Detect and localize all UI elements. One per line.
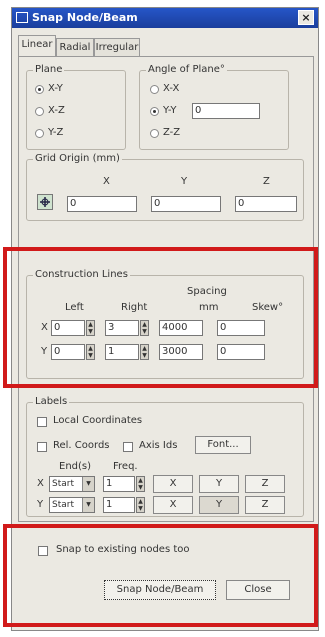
axis-ids-label: Axis Ids [139,440,178,451]
app-icon [16,12,28,23]
radio-angle-xx[interactable] [150,85,159,94]
radio-plane-yz[interactable] [35,129,44,138]
x-right-input[interactable]: 3 [105,320,139,336]
font-button[interactable]: Font... [195,436,251,454]
y-axis-y-button[interactable]: Y [199,496,239,514]
ends-label: End(s) [59,461,92,472]
grid-origin-x-label: X [103,176,110,187]
x-left-spinner[interactable]: ▲ ▼ [86,320,95,336]
plane-group-label: Plane [33,64,65,75]
col-skew-label: Skew° [252,302,284,313]
radio-angle-zz[interactable] [150,129,159,138]
x-right-spinner[interactable]: ▲ ▼ [140,320,149,336]
y-axis-x-button[interactable]: X [153,496,193,514]
x-ends-value: Start [52,479,74,489]
tab-linear[interactable]: Linear [18,35,56,57]
snap-existing-checkbox[interactable] [38,546,48,556]
grid-origin-label: Grid Origin (mm) [33,153,122,164]
y-freq-spinner[interactable]: ▲ ▼ [136,497,145,513]
chevron-down-icon: ▼ [82,477,94,491]
radio-angle-yy[interactable] [150,107,159,116]
y-freq-input[interactable]: 1 [103,497,135,513]
radio-angle-xx-label: X-X [163,83,180,94]
tab-radial[interactable]: Radial [56,38,94,56]
y-axis-z-button[interactable]: Z [245,496,285,514]
snap-node-beam-button[interactable]: Snap Node/Beam [104,580,216,600]
x-axis-z-button[interactable]: Z [245,475,285,493]
x-freq-spinner[interactable]: ▲ ▼ [136,476,145,492]
col-left-label: Left [65,302,84,313]
radio-angle-yy-label: Y-Y [163,105,177,116]
snap-existing-label: Snap to existing nodes too [56,544,190,555]
freq-label: Freq. [113,461,138,472]
labels-group-label: Labels [33,396,70,407]
radio-plane-xy-label: X-Y [48,83,63,94]
grid-origin-group: Grid Origin (mm) X Y Z 0 0 0 [26,153,304,221]
grid-origin-x-input[interactable]: 0 [67,196,137,212]
labels-row-y-label: Y [37,499,44,510]
dialog-title: Snap Node/Beam [32,11,138,24]
labels-row-x-label: X [37,478,44,489]
rel-coords-label: Rel. Coords [53,440,110,451]
y-left-input[interactable]: 0 [51,344,85,360]
construction-lines-group: Construction Lines Spacing Left Right mm… [26,269,304,379]
rel-coords-checkbox[interactable] [37,442,47,452]
radio-plane-xz[interactable] [35,107,44,116]
y-right-input[interactable]: 1 [105,344,139,360]
y-skew-input[interactable]: 0 [217,344,265,360]
pick-origin-icon[interactable] [37,194,53,210]
x-axis-y-button[interactable]: Y [199,475,239,493]
title-bar: Snap Node/Beam × [12,8,318,28]
chevron-down-icon: ▼ [82,498,94,512]
tab-panel-linear: Plane X-Y X-Z Y-Z Angle of Plane° X-X Y-… [18,56,314,522]
x-ends-dropdown[interactable]: Start ▼ [49,476,95,492]
x-skew-input[interactable]: 0 [217,320,265,336]
radio-plane-xz-label: X-Z [48,105,65,116]
y-left-spinner[interactable]: ▲ ▼ [86,344,95,360]
grid-origin-z-input[interactable]: 0 [235,196,297,212]
labels-group: Labels Local Coordinates Rel. Coords Axi… [26,396,304,517]
col-spacing-label: Spacing [187,286,227,297]
close-button[interactable]: Close [226,580,290,600]
local-coords-checkbox[interactable] [37,417,47,427]
angle-group-label: Angle of Plane° [146,64,227,75]
local-coords-label: Local Coordinates [53,415,143,426]
row-x-label: X [41,322,48,333]
x-axis-x-button[interactable]: X [153,475,193,493]
y-spacing-input[interactable]: 3000 [159,344,203,360]
radio-angle-zz-label: Z-Z [163,127,181,138]
y-ends-dropdown[interactable]: Start ▼ [49,497,95,513]
close-icon[interactable]: × [298,10,314,25]
radio-plane-xy[interactable] [35,85,44,94]
x-left-input[interactable]: 0 [51,320,85,336]
radio-plane-yz-label: Y-Z [48,127,64,138]
angle-group: Angle of Plane° X-X Y-Y 0 Z-Z [139,64,289,150]
y-ends-value: Start [52,500,74,510]
angle-value-input[interactable]: 0 [192,103,260,119]
snap-dialog: Snap Node/Beam × Linear Radial Irregular… [11,7,319,631]
construction-lines-label: Construction Lines [33,269,130,280]
col-spacing-unit-label: mm [199,302,219,313]
tab-irregular[interactable]: Irregular [94,38,140,56]
grid-origin-z-label: Z [263,176,270,187]
grid-origin-y-input[interactable]: 0 [151,196,221,212]
grid-origin-y-label: Y [181,176,188,187]
plane-group: Plane X-Y X-Z Y-Z [26,64,126,150]
col-right-label: Right [121,302,148,313]
x-spacing-input[interactable]: 4000 [159,320,203,336]
y-right-spinner[interactable]: ▲ ▼ [140,344,149,360]
x-freq-input[interactable]: 1 [103,476,135,492]
axis-ids-checkbox[interactable] [123,442,133,452]
row-y-label: Y [41,346,48,357]
